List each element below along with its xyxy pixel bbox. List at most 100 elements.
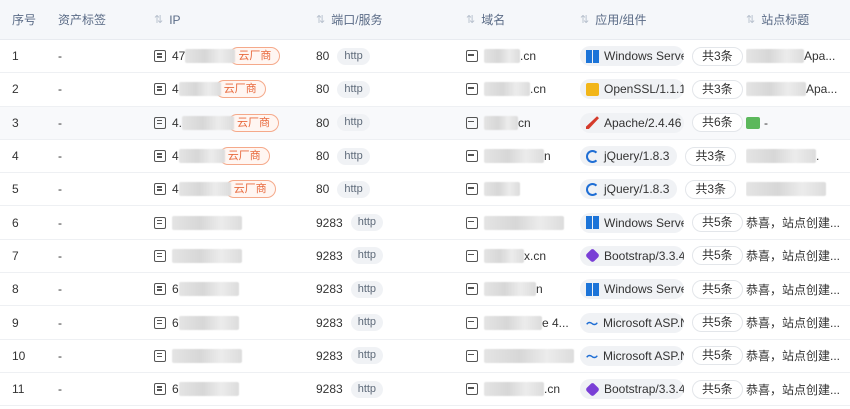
ip-value[interactable]: 4 bbox=[172, 182, 179, 196]
app-count-badge[interactable]: 共3条 bbox=[692, 79, 743, 99]
table-row[interactable]: 7 - 9283 http x.cn Bootstrap/3.3.4 共5条 恭喜，站点创建.… bbox=[0, 240, 850, 274]
ip-value[interactable]: 4 bbox=[172, 149, 179, 163]
header-ip[interactable]: ⇅ IP bbox=[154, 0, 304, 39]
row-domain[interactable]: .cn bbox=[466, 73, 578, 105]
table-row[interactable]: 2 - 4 云厂商 80 http .cn OpenSSL/1.1.1g 共3条 Apa... bbox=[0, 73, 850, 107]
row-ip[interactable]: 4 云厂商 bbox=[154, 173, 304, 205]
row-ip[interactable]: 6 bbox=[154, 306, 304, 338]
row-app[interactable]: Windows Server 共3条 bbox=[580, 40, 744, 72]
header-domain[interactable]: ⇅ 域名 bbox=[466, 0, 578, 39]
table-row[interactable]: 11 - 6 9283 http .cn Bootstrap/3.3.4 共5条 恭喜，站点创建… bbox=[0, 373, 850, 407]
row-app[interactable]: OpenSSL/1.1.1g 共3条 bbox=[580, 73, 744, 105]
app-pill[interactable]: Windows Server bbox=[580, 279, 684, 300]
app-count-badge[interactable]: 共3条 bbox=[685, 179, 737, 199]
app-count-badge[interactable]: 共5条 bbox=[692, 279, 743, 299]
table-row[interactable]: 3 - 4. 云厂商 80 http cn Apache/2.4.46 共6条 - bbox=[0, 106, 850, 140]
app-pill[interactable]: Apache/2.4.46 bbox=[580, 112, 684, 133]
row-domain[interactable]: e 4... bbox=[466, 306, 578, 338]
domain-value[interactable]: n bbox=[544, 149, 551, 163]
app-pill[interactable]: Windows Server bbox=[580, 212, 684, 233]
header-site-title[interactable]: ⇅ 站点标题 bbox=[746, 0, 850, 39]
table-row[interactable]: 9 - 6 9283 http e 4... 〜 Microsoft ASP.N... 共5条恭… bbox=[0, 306, 850, 340]
row-ip[interactable] bbox=[154, 240, 304, 272]
row-domain[interactable] bbox=[466, 340, 578, 372]
row-port[interactable]: 80 http bbox=[316, 40, 456, 72]
ip-value[interactable]: 6 bbox=[172, 282, 179, 296]
row-domain[interactable]: .cn bbox=[466, 40, 578, 72]
row-app[interactable]: 〜 Microsoft ASP.N... 共5条 bbox=[580, 306, 744, 338]
row-app[interactable]: Apache/2.4.46 共6条 bbox=[580, 107, 744, 139]
row-ip[interactable] bbox=[154, 340, 304, 372]
row-ip[interactable]: 4. 云厂商 bbox=[154, 107, 304, 139]
row-domain[interactable] bbox=[466, 206, 578, 238]
table-row[interactable]: 1 - 47 云厂商 80 http .cn Windows Server 共3条 Apa... bbox=[0, 40, 850, 74]
row-port[interactable]: 9283 http bbox=[316, 240, 456, 272]
sort-icon[interactable]: ⇅ bbox=[316, 13, 325, 26]
port-value[interactable]: 80 bbox=[316, 116, 329, 130]
row-domain[interactable]: cn bbox=[466, 107, 578, 139]
ip-value[interactable]: 4. bbox=[172, 116, 182, 130]
sort-icon[interactable]: ⇅ bbox=[746, 13, 755, 26]
app-pill[interactable]: jQuery/1.8.3 bbox=[580, 179, 678, 200]
port-value[interactable]: 9283 bbox=[316, 349, 343, 363]
domain-value[interactable]: e 4... bbox=[542, 316, 569, 330]
app-count-badge[interactable]: 共3条 bbox=[685, 146, 737, 166]
row-port[interactable]: 80 http bbox=[316, 73, 456, 105]
row-domain[interactable]: n bbox=[466, 140, 578, 172]
table-row[interactable]: 8 - 6 9283 http n Windows Server 共5条 恭喜，站点创建... bbox=[0, 273, 850, 307]
table-row[interactable]: 5 - 4 云厂商 80 http jQuery/1.8.3 共3条 bbox=[0, 173, 850, 207]
row-port[interactable]: 80 http bbox=[316, 107, 456, 139]
domain-value[interactable]: cn bbox=[518, 116, 531, 130]
app-pill[interactable]: Bootstrap/3.3.4 bbox=[580, 379, 684, 400]
app-count-badge[interactable]: 共3条 bbox=[692, 46, 743, 66]
row-ip[interactable]: 6 bbox=[154, 273, 304, 305]
table-row[interactable]: 6 - 9283 http Windows Server 共5条 恭喜，站点创建... bbox=[0, 206, 850, 240]
app-count-badge[interactable]: 共5条 bbox=[692, 213, 743, 233]
port-value[interactable]: 80 bbox=[316, 49, 329, 63]
row-domain[interactable]: .cn bbox=[466, 373, 578, 405]
port-value[interactable]: 9283 bbox=[316, 282, 343, 296]
domain-value[interactable]: .cn bbox=[520, 49, 536, 63]
domain-value[interactable]: x.cn bbox=[524, 249, 546, 263]
ip-value[interactable]: 6 bbox=[172, 382, 179, 396]
sort-icon[interactable]: ⇅ bbox=[466, 13, 475, 26]
port-value[interactable]: 9283 bbox=[316, 249, 343, 263]
app-count-badge[interactable]: 共5条 bbox=[692, 379, 743, 399]
row-ip[interactable] bbox=[154, 206, 304, 238]
ip-value[interactable]: 6 bbox=[172, 316, 179, 330]
app-pill[interactable]: 〜 Microsoft ASP.N... bbox=[580, 312, 684, 333]
row-app[interactable]: Windows Server 共5条 bbox=[580, 206, 744, 238]
row-port[interactable]: 80 http bbox=[316, 140, 456, 172]
app-count-badge[interactable]: 共5条 bbox=[692, 346, 743, 366]
sort-icon[interactable]: ⇅ bbox=[154, 13, 163, 26]
table-row[interactable]: 10 - 9283 http 〜 Microsoft ASP.N... 共5条恭喜，站点创建… bbox=[0, 340, 850, 373]
domain-value[interactable]: n bbox=[536, 282, 543, 296]
app-count-badge[interactable]: 共5条 bbox=[692, 246, 743, 266]
domain-value[interactable]: .cn bbox=[544, 382, 560, 396]
port-value[interactable]: 80 bbox=[316, 149, 329, 163]
row-ip[interactable]: 6 bbox=[154, 373, 304, 405]
row-ip[interactable]: 4 云厂商 bbox=[154, 140, 304, 172]
port-value[interactable]: 80 bbox=[316, 82, 329, 96]
port-value[interactable]: 80 bbox=[316, 182, 329, 196]
row-port[interactable]: 9283 http bbox=[316, 273, 456, 305]
app-pill[interactable]: jQuery/1.8.3 bbox=[580, 146, 678, 167]
row-domain[interactable]: x.cn bbox=[466, 240, 578, 272]
port-value[interactable]: 9283 bbox=[316, 382, 343, 396]
app-count-badge[interactable]: 共6条 bbox=[692, 113, 743, 133]
row-ip[interactable]: 47 云厂商 bbox=[154, 40, 304, 72]
header-port-service[interactable]: ⇅ 端口/服务 bbox=[316, 0, 456, 39]
row-domain[interactable]: n bbox=[466, 273, 578, 305]
row-port[interactable]: 9283 http bbox=[316, 206, 456, 238]
row-app[interactable]: 〜 Microsoft ASP.N... 共5条 bbox=[580, 340, 744, 372]
ip-value[interactable]: 47 bbox=[172, 49, 185, 63]
app-pill[interactable]: 〜 Microsoft ASP.N... bbox=[580, 345, 684, 366]
app-pill[interactable]: OpenSSL/1.1.1g bbox=[580, 79, 684, 100]
header-app-component[interactable]: ⇅ 应用/组件 bbox=[580, 0, 744, 39]
row-port[interactable]: 9283 http bbox=[316, 306, 456, 338]
port-value[interactable]: 9283 bbox=[316, 216, 343, 230]
port-value[interactable]: 9283 bbox=[316, 316, 343, 330]
sort-icon[interactable]: ⇅ bbox=[580, 13, 589, 26]
row-ip[interactable]: 4 云厂商 bbox=[154, 73, 304, 105]
app-pill[interactable]: Windows Server bbox=[580, 46, 684, 67]
